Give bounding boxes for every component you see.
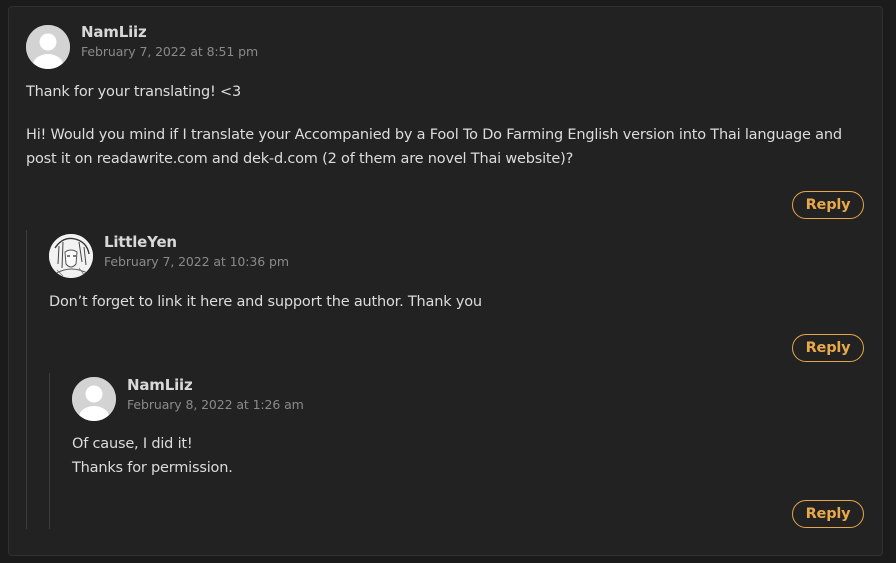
comment-date[interactable]: February 8, 2022 at 1:26 am [127, 397, 304, 412]
comment-paragraph: Thank for your translating! <3 [26, 84, 241, 100]
comment-date[interactable]: February 7, 2022 at 10:36 pm [104, 254, 289, 269]
reply-button[interactable]: Reply [792, 191, 864, 219]
comment-body: Thank for your translating! <3 Hi! Would… [26, 80, 871, 171]
user-avatar-icon[interactable] [26, 25, 70, 69]
reply-button[interactable]: Reply [792, 334, 864, 362]
comment-paragraph: Don’t forget to link it here and support… [49, 294, 482, 310]
user-avatar-icon[interactable] [72, 377, 116, 421]
comment-author[interactable]: NamLiiz [127, 376, 193, 394]
comment-author[interactable]: NamLiiz [81, 23, 147, 41]
comment-author[interactable]: LittleYen [104, 233, 177, 251]
comment-date[interactable]: February 7, 2022 at 8:51 pm [81, 44, 258, 59]
reply-button[interactable]: Reply [792, 500, 864, 528]
comment-line: Thanks for permission. [72, 460, 233, 476]
user-avatar-icon[interactable] [49, 234, 93, 278]
comment-paragraph: Hi! Would you mind if I translate your A… [26, 127, 842, 167]
comment-body: Of cause, I did it! Thanks for permissio… [72, 432, 852, 480]
comment-body: Don’t forget to link it here and support… [49, 290, 849, 314]
comment-line: Of cause, I did it! [72, 436, 193, 452]
thread-line-level-1 [26, 230, 27, 529]
thread-line-level-2 [49, 373, 50, 529]
